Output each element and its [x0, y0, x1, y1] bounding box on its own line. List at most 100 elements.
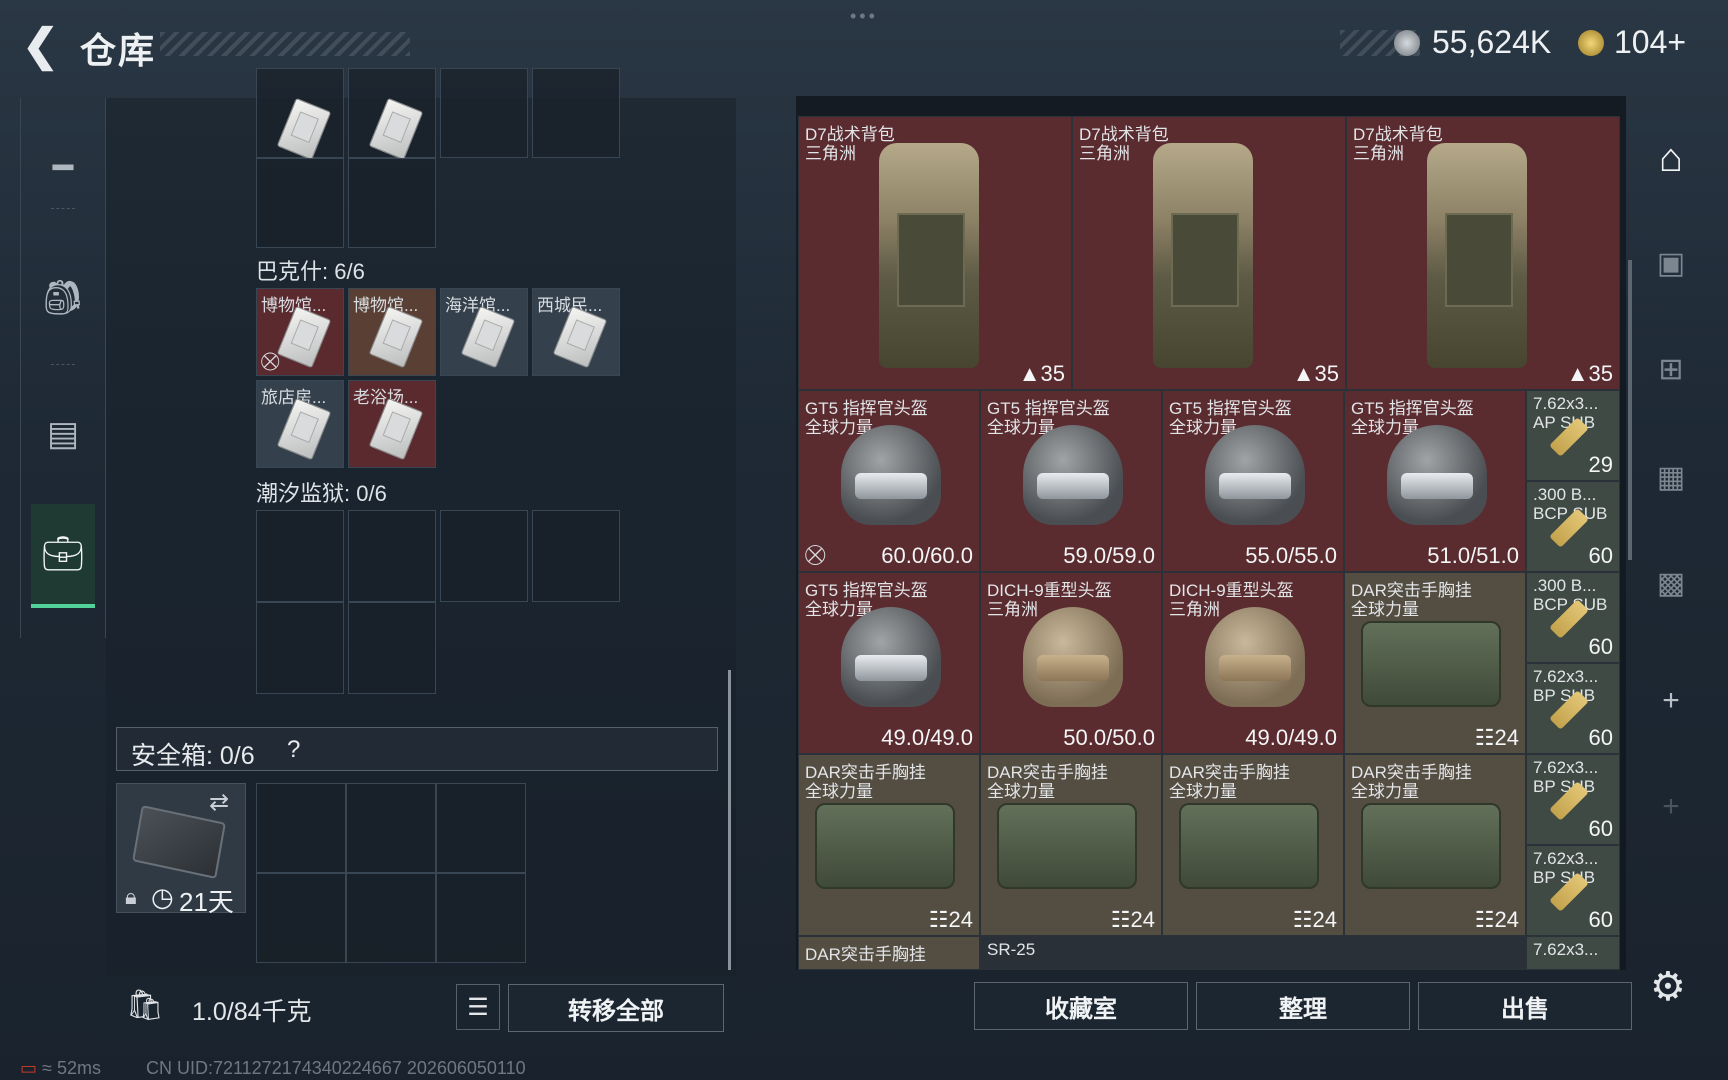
- item-capacity: ☷24: [1292, 907, 1337, 932]
- item-cell-vest[interactable]: DAR突击手胸挂 全球力量 ☷24: [798, 754, 980, 936]
- safebox-days: 21天: [179, 887, 234, 917]
- helmet-image: [1023, 607, 1123, 707]
- safebox-item[interactable]: ⇄ 🔒︎ ◷ 21天: [116, 783, 246, 917]
- storage-slot-empty[interactable]: [348, 158, 436, 248]
- nav-backpack-icon[interactable]: 🎒︎: [21, 248, 105, 348]
- storage-tab-iv-icon[interactable]: ▣: [1636, 246, 1706, 281]
- item-name: 7.62x3...: [1533, 394, 1599, 413]
- storage-slot-empty[interactable]: [348, 510, 436, 602]
- item-cell-vest[interactable]: DAR突击手胸挂 全球力量 ☷24: [1344, 572, 1526, 754]
- storage-slot-empty[interactable]: [348, 602, 436, 694]
- item-name: 7.62x3...: [1533, 940, 1599, 959]
- storage-slot[interactable]: 旅店房...: [256, 380, 344, 468]
- item-cell-helmet[interactable]: GT5 指挥官头盔 全球力量 59.0/59.0: [980, 390, 1162, 572]
- item-source: 全球力量: [1169, 782, 1237, 801]
- uid-text: CN UID:7211272174340224667 202606050110: [145, 1058, 526, 1078]
- sell-button[interactable]: 出售: [1418, 982, 1632, 1030]
- storage-slot-empty[interactable]: [532, 68, 620, 158]
- swap-icon[interactable]: ⇄: [209, 788, 229, 817]
- vest-image: [1361, 621, 1501, 707]
- item-cell-helmet[interactable]: GT5 指挥官头盔 全球力量 55.0/55.0: [1162, 390, 1344, 572]
- list-view-button[interactable]: ☰: [456, 984, 500, 1030]
- item-cell-vest[interactable]: DAR突击手胸挂 全球力量 ☷24: [980, 754, 1162, 936]
- vest-image: [997, 803, 1137, 889]
- safebox-slot-empty[interactable]: [346, 783, 436, 873]
- storage-slot[interactable]: 西城民...: [532, 288, 620, 376]
- storage-slot[interactable]: 博物馆...: [348, 288, 436, 376]
- transfer-all-button[interactable]: 转移全部: [508, 984, 724, 1032]
- item-cell-backpack[interactable]: D7战术背包 三角洲 ▲35: [1072, 116, 1346, 390]
- safebox-slot-empty[interactable]: [436, 783, 526, 873]
- storage-slot[interactable]: 博物馆... ⛒: [256, 288, 344, 376]
- item-capacity: ▲35: [1566, 361, 1613, 386]
- no-transfer-icon: ⛒: [805, 544, 826, 566]
- section-label-bakeshi: 巴克什: 6/6: [256, 259, 365, 284]
- safebox-slot-empty[interactable]: [436, 873, 526, 963]
- storage-slot-empty[interactable]: [532, 510, 620, 602]
- safebox-label: 安全箱: 0/6: [131, 742, 255, 770]
- item-cell-ammo[interactable]: .300 B... BCP SUB 60: [1526, 481, 1620, 572]
- storage-slot[interactable]: [348, 68, 436, 161]
- storage-slot-empty[interactable]: [440, 510, 528, 602]
- item-cell-partial[interactable]: SR-25: [980, 936, 1526, 970]
- storage-scrollbar[interactable]: [728, 670, 731, 970]
- storage-slot-empty[interactable]: [256, 510, 344, 602]
- weight-text: 1.0/84千克: [192, 998, 312, 1026]
- storage-slot-empty[interactable]: [256, 158, 344, 248]
- item-capacity: ▲35: [1018, 361, 1065, 386]
- sort-button[interactable]: 整理: [1196, 982, 1410, 1030]
- item-cell-backpack[interactable]: D7战术背包 三角洲 ▲35: [798, 116, 1072, 390]
- storage-tab-v-icon[interactable]: ▩: [1636, 566, 1706, 601]
- collection-room-button[interactable]: 收藏室: [974, 982, 1188, 1030]
- help-icon[interactable]: ?: [287, 736, 300, 764]
- item-capacity: ☷24: [1110, 907, 1155, 932]
- storage-slot-empty[interactable]: [256, 602, 344, 694]
- safebox-slot-empty[interactable]: [256, 873, 346, 963]
- storage-slot-empty[interactable]: [440, 68, 528, 158]
- item-cell-vest[interactable]: DAR突击手胸挂 全球力量 ☷24: [1344, 754, 1526, 936]
- add-tab-icon[interactable]: +: [1636, 684, 1706, 718]
- item-capacity: ☷24: [928, 907, 973, 932]
- item-name: .300 B...: [1533, 485, 1597, 504]
- status-bar: ▭ ≈ 52ms CN UID:7211272174340224667 2026…: [20, 1058, 526, 1079]
- item-cell-partial[interactable]: 7.62x3...: [1526, 936, 1620, 970]
- item-cell-partial[interactable]: DAR突击手胸挂: [798, 936, 980, 970]
- storage-slot[interactable]: 海洋馆...: [440, 288, 528, 376]
- nav-separator: [51, 208, 75, 210]
- item-cell-ammo[interactable]: 7.62x3... BP SUB 60: [1526, 845, 1620, 936]
- settings-gear-icon[interactable]: ⚙: [1650, 964, 1686, 1010]
- item-cell-ammo[interactable]: 7.62x3... BP SUB 60: [1526, 663, 1620, 754]
- item-cell-helmet[interactable]: GT5 指挥官头盔 全球力量 49.0/49.0: [798, 572, 980, 754]
- storage-slot[interactable]: 老浴场...: [348, 380, 436, 468]
- list-icon: ☰: [467, 993, 489, 1021]
- back-arrow-icon[interactable]: ❮: [22, 24, 62, 68]
- gold-coin-icon: [1578, 30, 1604, 56]
- safebox-slot-empty[interactable]: [256, 783, 346, 873]
- item-cell-helmet[interactable]: GT5 指挥官头盔 全球力量 51.0/51.0: [1344, 390, 1526, 572]
- nav-armor-icon[interactable]: ▤: [21, 384, 105, 484]
- title-stripe-decoration: [160, 32, 410, 56]
- safebox-slot-empty[interactable]: [346, 873, 436, 963]
- item-cell-ammo[interactable]: 7.62x3... BP SUB 60: [1526, 754, 1620, 845]
- storage-tab-3-icon[interactable]: ▦: [1636, 460, 1706, 495]
- storage-tab-iv-add-icon[interactable]: ⊞: [1636, 352, 1706, 387]
- item-source: 三角洲: [1353, 144, 1404, 163]
- helmet-image: [1205, 425, 1305, 525]
- item-cell-helmet[interactable]: GT5 指挥官头盔 全球力量 ⛒ 60.0/60.0: [798, 390, 980, 572]
- currency-primary: 55,624K: [1432, 24, 1552, 60]
- warehouse-icon[interactable]: ⌂: [1636, 136, 1706, 181]
- nav-weapons-gun-icon[interactable]: ━: [21, 118, 105, 218]
- item-durability: 55.0/55.0: [1245, 543, 1337, 568]
- item-cell-ammo[interactable]: .300 B... BCP SUB 60: [1526, 572, 1620, 663]
- storage-slot[interactable]: [256, 68, 344, 161]
- item-cell-vest[interactable]: DAR突击手胸挂 全球力量 ☷24: [1162, 754, 1344, 936]
- item-cell-backpack[interactable]: D7战术背包 三角洲 ▲35: [1346, 116, 1620, 390]
- add-tab-icon[interactable]: +: [1636, 790, 1706, 824]
- item-cell-helmet[interactable]: DICH-9重型头盔 三角洲 50.0/50.0: [980, 572, 1162, 754]
- item-cell-helmet[interactable]: DICH-9重型头盔 三角洲 49.0/49.0: [1162, 572, 1344, 754]
- item-name: SR-25: [987, 940, 1036, 959]
- grid-scrollbar[interactable]: [1628, 260, 1632, 560]
- item-cell-ammo[interactable]: 7.62x3... AP SUB 29: [1526, 390, 1620, 481]
- nav-case-icon[interactable]: 💼︎: [31, 504, 95, 608]
- currency-secondary[interactable]: 104+: [1614, 24, 1686, 61]
